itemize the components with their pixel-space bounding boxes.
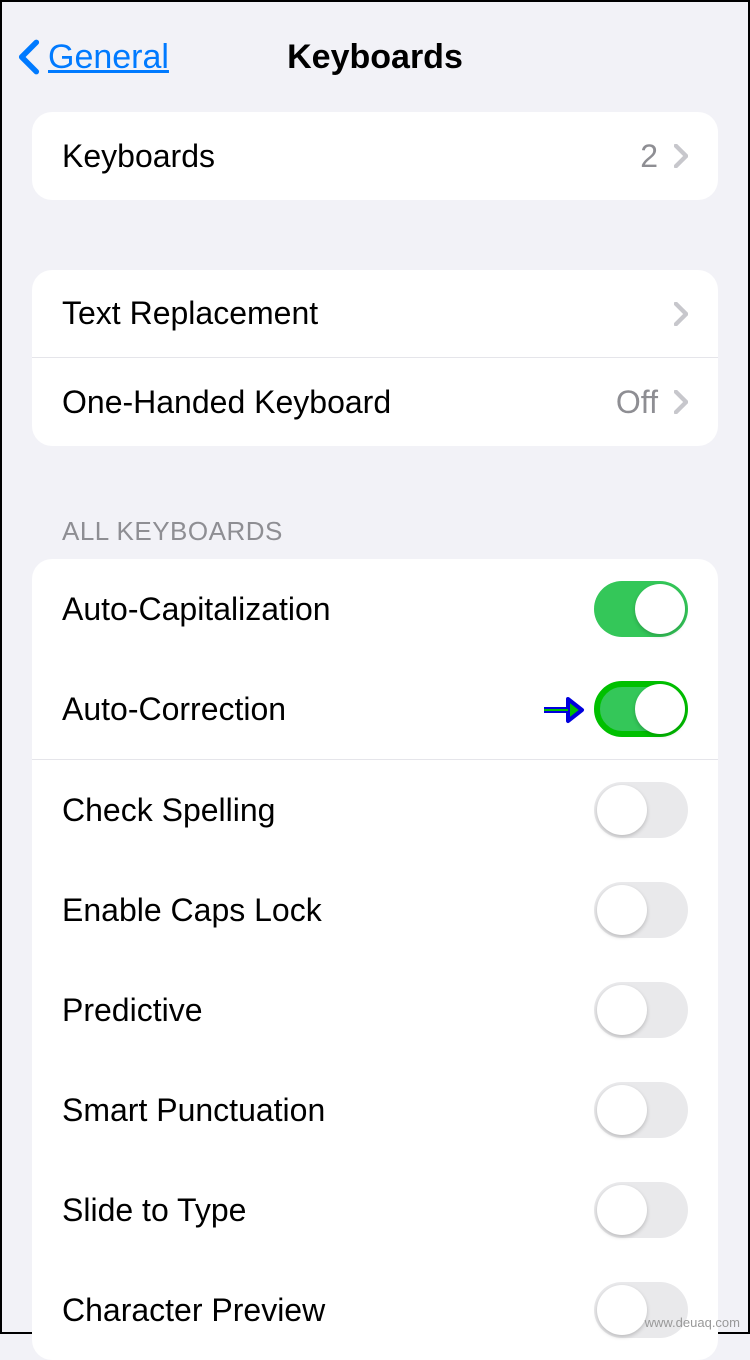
toggle-row-label: Character Preview (62, 1292, 594, 1329)
keyboards-row[interactable]: Keyboards 2 (32, 112, 718, 200)
one-handed-value: Off (616, 384, 658, 421)
page-title: Keyboards (287, 38, 463, 77)
chevron-left-icon (18, 38, 40, 76)
toggle-row: Auto-Correction (32, 659, 718, 760)
toggle-knob (635, 584, 685, 634)
toggle-row-label: Auto-Capitalization (62, 591, 594, 628)
keyboards-label: Keyboards (62, 138, 640, 175)
keyboards-value: 2 (640, 138, 658, 175)
all-keyboards-section: Auto-Capitalization Auto-Correction Check … (32, 559, 718, 1360)
chevron-right-icon (674, 302, 688, 326)
toggle-switch[interactable] (594, 1182, 688, 1238)
chevron-right-icon (674, 144, 688, 168)
toggle-knob (597, 1285, 647, 1335)
toggle-knob (597, 985, 647, 1035)
back-label: General (48, 38, 169, 77)
toggle-switch[interactable] (594, 782, 688, 838)
back-button[interactable]: General (18, 38, 169, 77)
toggle-knob (597, 885, 647, 935)
toggle-row: Smart Punctuation (32, 1060, 718, 1160)
text-replacement-row[interactable]: Text Replacement (32, 270, 718, 358)
watermark-text: www.deuaq.com (645, 1315, 740, 1330)
toggle-switch[interactable] (594, 1082, 688, 1138)
toggle-row-label: Slide to Type (62, 1192, 594, 1229)
toggle-row: Auto-Capitalization (32, 559, 718, 659)
toggle-row-label: Smart Punctuation (62, 1092, 594, 1129)
toggle-switch[interactable] (594, 581, 688, 637)
navigation-header: General Keyboards (2, 2, 748, 112)
toggle-knob (597, 785, 647, 835)
toggle-row-label: Check Spelling (62, 792, 594, 829)
toggle-row: Character Preview (32, 1260, 718, 1360)
toggle-switch[interactable] (594, 681, 688, 737)
text-options-section: Text Replacement One-Handed Keyboard Off (32, 270, 718, 446)
toggle-knob (597, 1185, 647, 1235)
chevron-right-icon (674, 390, 688, 414)
toggle-row-label: Auto-Correction (62, 691, 594, 728)
toggle-row-label: Predictive (62, 992, 594, 1029)
toggle-switch[interactable] (594, 982, 688, 1038)
toggle-row-label: Enable Caps Lock (62, 892, 594, 929)
toggle-row: Predictive (32, 960, 718, 1060)
toggle-row: Slide to Type (32, 1160, 718, 1260)
toggle-knob (597, 1085, 647, 1135)
keyboards-section: Keyboards 2 (32, 112, 718, 200)
one-handed-label: One-Handed Keyboard (62, 384, 616, 421)
toggle-knob (635, 684, 685, 734)
toggle-row: Check Spelling (32, 760, 718, 860)
toggle-row: Enable Caps Lock (32, 860, 718, 960)
toggle-switch[interactable] (594, 882, 688, 938)
text-replacement-label: Text Replacement (62, 295, 674, 332)
one-handed-keyboard-row[interactable]: One-Handed Keyboard Off (32, 358, 718, 446)
all-keyboards-header: ALL KEYBOARDS (62, 516, 688, 547)
